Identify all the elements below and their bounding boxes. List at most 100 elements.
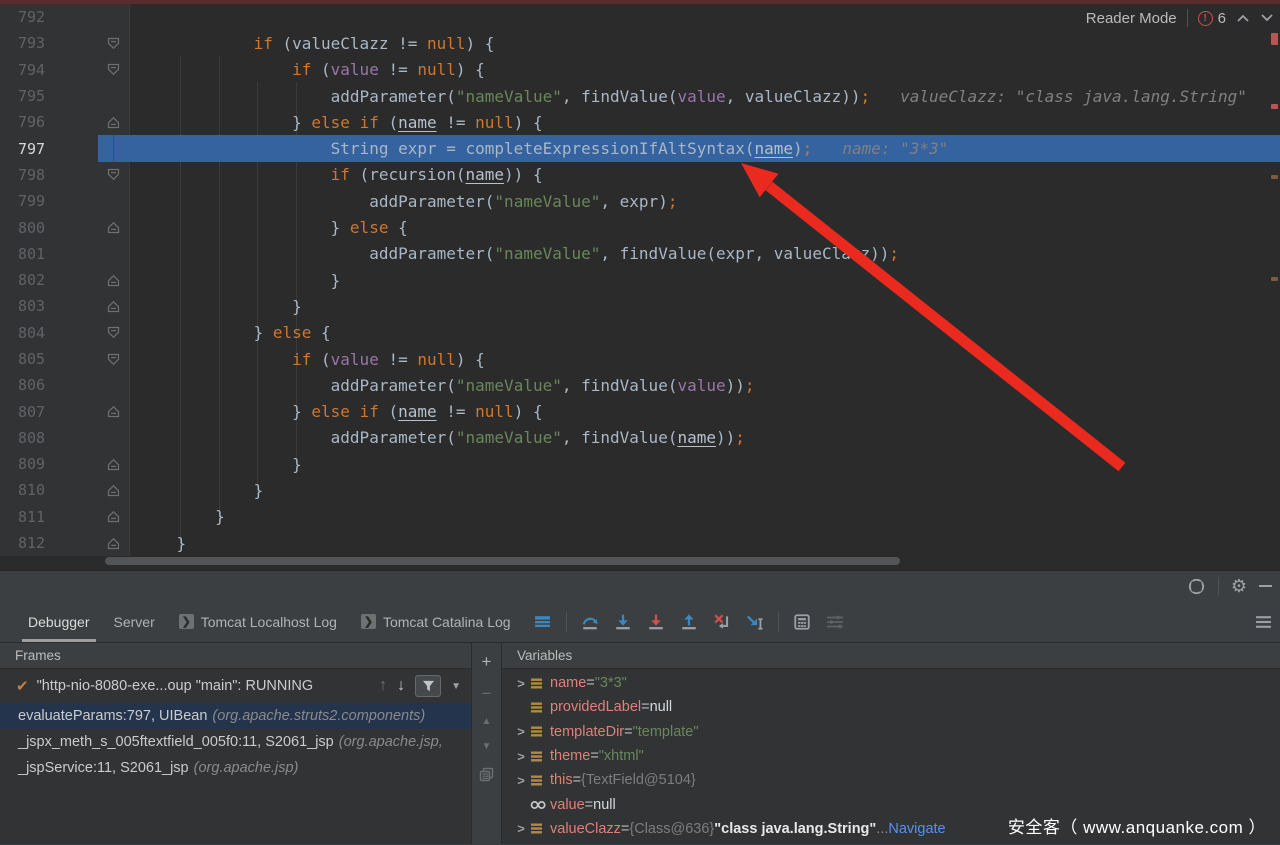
step-into-icon[interactable] <box>613 612 633 632</box>
code-line[interactable]: 810 } <box>0 477 1280 503</box>
line-number[interactable]: 806 <box>0 372 98 398</box>
code-line[interactable]: 802 } <box>0 267 1280 293</box>
fold-end-icon[interactable] <box>98 214 130 240</box>
code-line[interactable]: 799 addParameter("nameValue", expr); <box>0 188 1280 214</box>
thread-selector[interactable]: ✔ "http-nio-8080-exe...oup "main": RUNNI… <box>0 669 471 703</box>
fold-start-icon[interactable] <box>98 162 130 188</box>
code-line[interactable]: 806 addParameter("nameValue", findValue(… <box>0 372 1280 398</box>
code-line[interactable]: 803 } <box>0 293 1280 319</box>
help-target-icon[interactable] <box>1187 577 1206 596</box>
line-number[interactable]: 800 <box>0 214 98 240</box>
trace-settings-icon[interactable] <box>825 612 845 632</box>
line-number[interactable]: 797 <box>0 135 98 161</box>
gear-icon[interactable]: ⚙ <box>1231 577 1247 595</box>
code-line[interactable]: 805 if (value != null) { <box>0 346 1280 372</box>
code-line[interactable]: 811 } <box>0 504 1280 530</box>
stack-frame-row[interactable]: evaluateParams:797, UIBean(org.apache.st… <box>0 703 471 729</box>
code-line[interactable]: 808 addParameter("nameValue", findValue(… <box>0 425 1280 451</box>
variable-row[interactable]: >this = {TextField@5104} <box>502 768 1280 792</box>
remove-watch-icon[interactable]: − <box>482 685 492 702</box>
fold-start-icon[interactable] <box>98 30 130 56</box>
code-line[interactable]: 809 } <box>0 451 1280 477</box>
line-number[interactable]: 810 <box>0 477 98 503</box>
line-number[interactable]: 796 <box>0 109 98 135</box>
restore-layout-icon[interactable] <box>1255 615 1272 629</box>
fold-end-icon[interactable] <box>98 477 130 503</box>
line-number[interactable]: 811 <box>0 504 98 530</box>
fold-start-icon[interactable] <box>98 320 130 346</box>
warning-stripe-mark[interactable] <box>1271 277 1278 281</box>
line-number[interactable]: 795 <box>0 83 98 109</box>
hide-frames-filter-button[interactable] <box>415 675 441 697</box>
move-up-icon[interactable]: ▲ <box>482 717 492 727</box>
line-number[interactable]: 792 <box>0 4 98 30</box>
navigate-link[interactable]: Navigate <box>888 821 945 837</box>
line-number[interactable]: 793 <box>0 30 98 56</box>
fold-start-icon[interactable] <box>98 57 130 83</box>
line-number[interactable]: 805 <box>0 346 98 372</box>
fold-end-icon[interactable] <box>98 109 130 135</box>
fold-end-icon[interactable] <box>98 451 130 477</box>
line-number[interactable]: 802 <box>0 267 98 293</box>
duplicate-icon[interactable] <box>479 767 494 782</box>
tab-tomcat-catalina-log[interactable]: ❯ Tomcat Catalina Log <box>349 601 523 642</box>
previous-error-icon[interactable] <box>1236 13 1250 23</box>
code-line[interactable]: 796 } else if (name != null) { <box>0 109 1280 135</box>
variable-row[interactable]: providedLabel = null <box>502 695 1280 719</box>
variable-row[interactable]: >templateDir = "template" <box>502 720 1280 744</box>
stack-frame-row[interactable]: _jspService:11, S2061_jsp(org.apache.jsp… <box>0 755 471 781</box>
step-out-icon[interactable] <box>679 612 699 632</box>
expand-chevron-icon[interactable]: > <box>512 821 530 836</box>
hide-toolwindow-icon[interactable] <box>1259 585 1272 587</box>
variable-row[interactable]: >name = "3*3" <box>502 671 1280 695</box>
line-number[interactable]: 803 <box>0 293 98 319</box>
reset-frame-icon[interactable] <box>712 612 732 632</box>
next-frame-icon[interactable]: ↓ <box>397 677 405 695</box>
variable-row[interactable]: >theme = "xhtml" <box>502 744 1280 768</box>
previous-frame-icon[interactable]: ↑ <box>379 677 387 695</box>
line-number[interactable]: 807 <box>0 398 98 424</box>
expand-chevron-icon[interactable]: > <box>512 724 530 739</box>
fold-end-icon[interactable] <box>98 504 130 530</box>
code-line[interactable]: 798 if (recursion(name)) { <box>0 162 1280 188</box>
reader-mode-toggle[interactable]: Reader Mode <box>1086 10 1177 27</box>
line-number[interactable]: 801 <box>0 241 98 267</box>
run-to-cursor-icon[interactable] <box>745 612 765 632</box>
step-over-icon[interactable] <box>580 612 600 632</box>
move-down-icon[interactable]: ▼ <box>482 742 492 752</box>
code-line[interactable]: 812 } <box>0 530 1280 556</box>
fold-end-icon[interactable] <box>98 293 130 319</box>
add-watch-icon[interactable]: + <box>482 653 492 670</box>
expand-chevron-icon[interactable]: > <box>512 773 530 788</box>
current-execution-line[interactable]: 797 String expr = completeExpressionIfAl… <box>0 135 1280 161</box>
fold-end-icon[interactable] <box>98 530 130 556</box>
code-line[interactable]: 795 addParameter("nameValue", findValue(… <box>0 83 1280 109</box>
warning-stripe-mark[interactable] <box>1271 175 1278 179</box>
line-number[interactable]: 794 <box>0 57 98 83</box>
tab-debugger[interactable]: Debugger <box>16 601 102 642</box>
fold-end-icon[interactable] <box>98 267 130 293</box>
layout-settings-icon[interactable] <box>533 612 553 632</box>
code-line[interactable]: 793 if (valueClazz != null) { <box>0 30 1280 56</box>
error-count-badge[interactable]: ! 6 <box>1198 10 1226 27</box>
next-error-icon[interactable] <box>1260 13 1274 23</box>
force-step-into-icon[interactable] <box>646 612 666 632</box>
line-number[interactable]: 809 <box>0 451 98 477</box>
expand-chevron-icon[interactable]: > <box>512 676 530 691</box>
code-line[interactable]: 807 } else if (name != null) { <box>0 398 1280 424</box>
error-stripe-mark[interactable] <box>1271 104 1278 109</box>
tab-server[interactable]: Server <box>102 601 167 642</box>
expand-chevron-icon[interactable]: > <box>512 749 530 764</box>
code-line[interactable]: 800 } else { <box>0 214 1280 240</box>
fold-end-icon[interactable] <box>98 398 130 424</box>
code-line[interactable]: 804 } else { <box>0 320 1280 346</box>
line-number[interactable]: 799 <box>0 188 98 214</box>
evaluate-expression-icon[interactable] <box>792 612 812 632</box>
error-stripe-mark[interactable] <box>1271 33 1278 45</box>
fold-start-icon[interactable] <box>98 346 130 372</box>
stack-frame-row[interactable]: _jspx_meth_s_005ftextfield_005f0:11, S20… <box>0 729 471 755</box>
code-editor[interactable]: 792793 if (valueClazz != null) {794 if (… <box>0 0 1280 570</box>
tab-tomcat-localhost-log[interactable]: ❯ Tomcat Localhost Log <box>167 601 349 642</box>
line-number[interactable]: 808 <box>0 425 98 451</box>
code-line[interactable]: 801 addParameter("nameValue", findValue(… <box>0 241 1280 267</box>
